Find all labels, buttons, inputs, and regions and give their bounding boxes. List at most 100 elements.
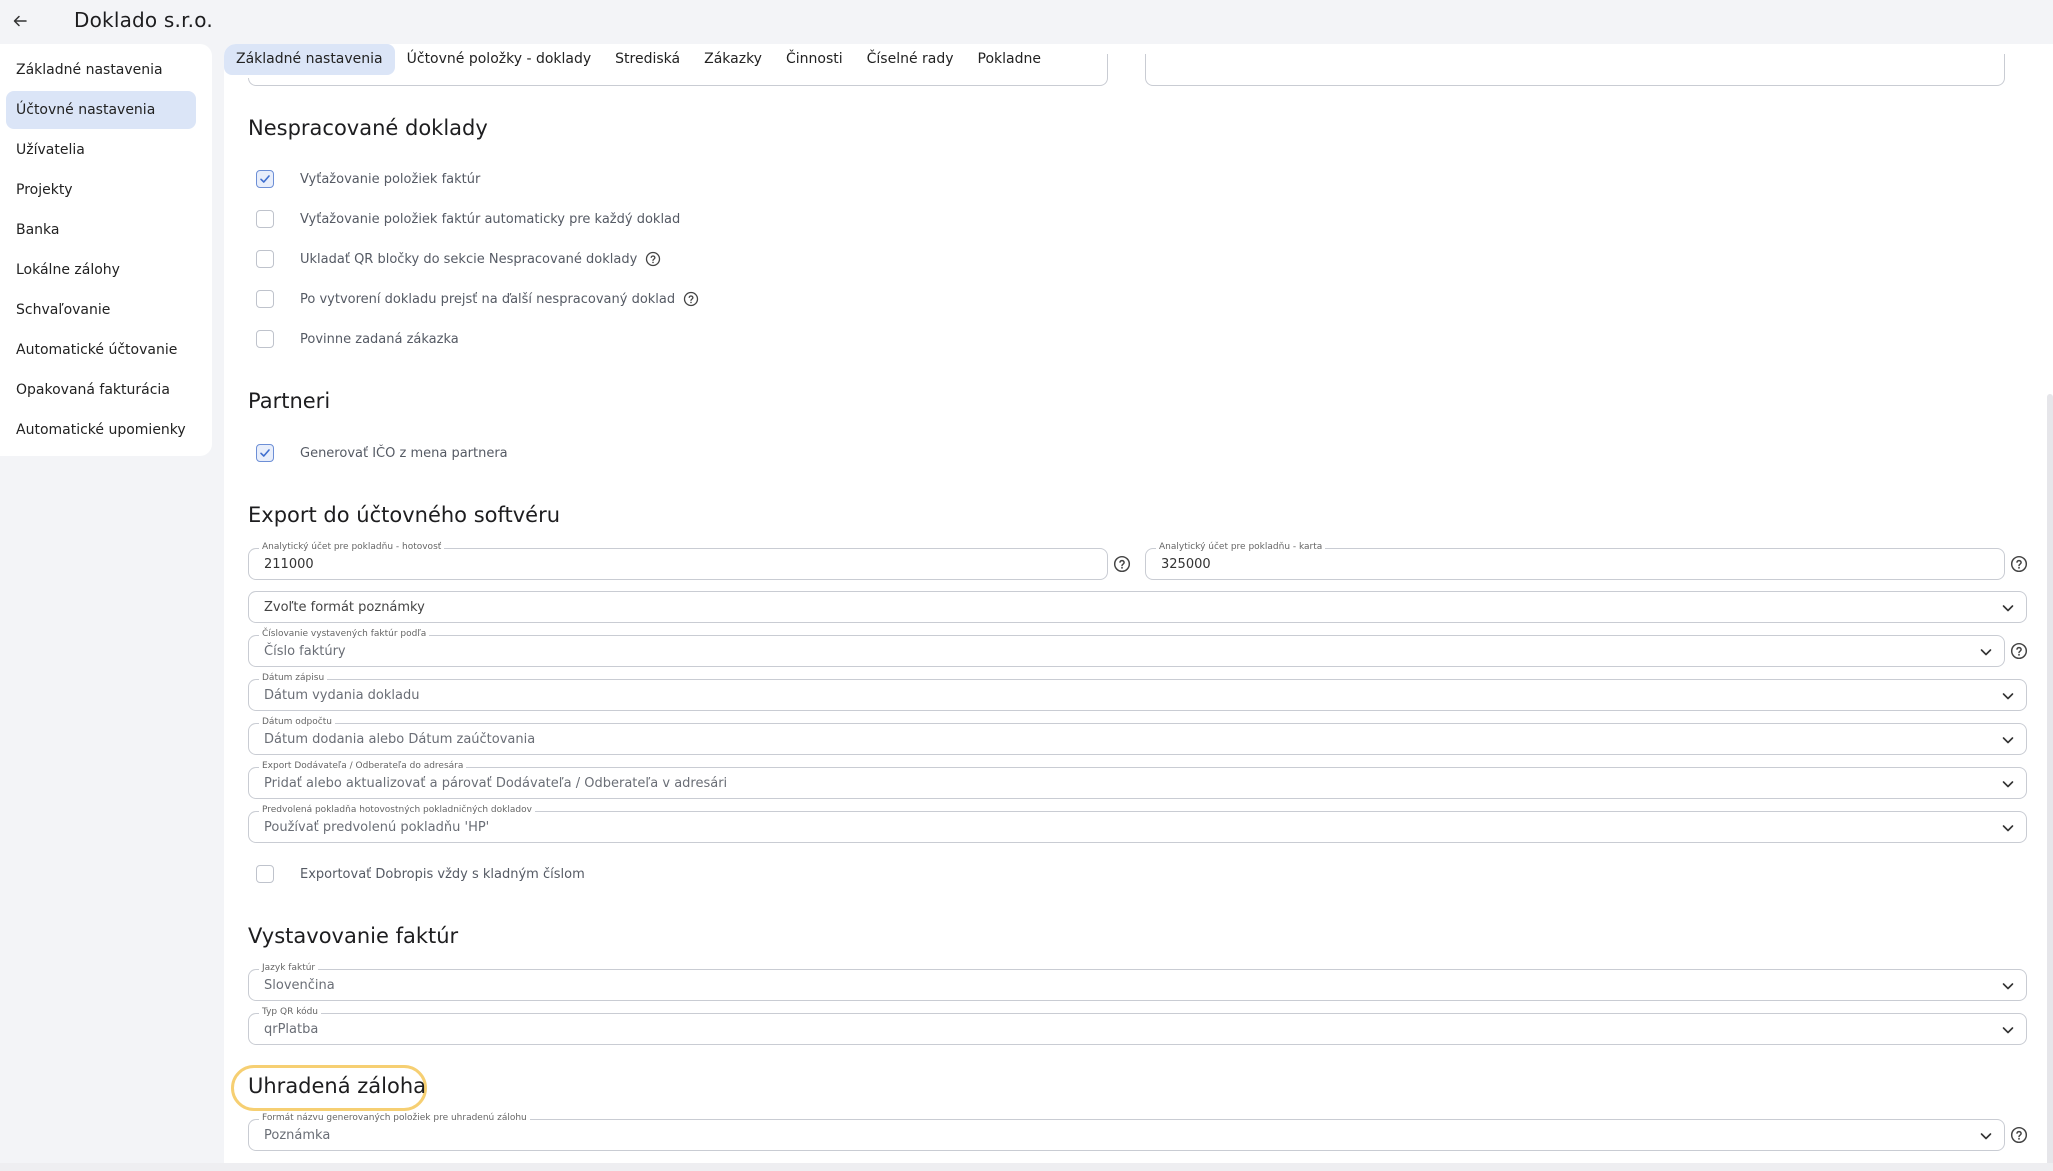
tab-activities[interactable]: Činnosti xyxy=(774,44,855,75)
section-title-export: Export do účtovného softvéru xyxy=(248,503,561,527)
sidebar-item-local-backups[interactable]: Lokálne zálohy xyxy=(6,251,196,289)
cash-account-input[interactable]: Analytický účet pre pokladňu - hotovosť … xyxy=(248,541,1108,580)
sidebar: Základné nastavenia Účtovné nastavenia U… xyxy=(0,44,212,456)
field-value: Číslo faktúry xyxy=(264,644,346,659)
paid-deposit-name-format-select[interactable]: Formát názvu generovaných položiek pre u… xyxy=(248,1112,2005,1151)
option-label: Vyťažovanie položiek faktúr xyxy=(300,171,481,187)
chevron-down-icon xyxy=(2002,825,2014,832)
field-value: 211000 xyxy=(264,557,314,572)
tab-basic-settings[interactable]: Základné nastavenia xyxy=(224,44,395,75)
chevron-down-icon xyxy=(2002,737,2014,744)
back-button[interactable] xyxy=(6,8,34,34)
option-label: Po vytvorení dokladu prejsť na ďalší nes… xyxy=(300,291,676,307)
invoice-numbering-select[interactable]: Číslovanie vystavených faktúr podľa Čísl… xyxy=(248,628,2005,667)
chevron-down-icon xyxy=(2002,1027,2014,1034)
help-icon[interactable] xyxy=(2010,555,2028,573)
sidebar-item-projects[interactable]: Projekty xyxy=(6,171,196,209)
section-title-partners: Partneri xyxy=(248,389,331,413)
option-extract-invoice-items-auto[interactable]: Vyťažovanie položiek faktúr automaticky … xyxy=(256,207,680,231)
help-icon[interactable] xyxy=(683,291,699,307)
option-extract-invoice-items[interactable]: Vyťažovanie položiek faktúr xyxy=(256,167,480,191)
app-title: Doklado s.r.o. xyxy=(74,8,213,32)
option-label: Exportovať Dobropis vždy s kladným číslo… xyxy=(300,866,585,882)
field-label: Číslovanie vystavených faktúr podľa xyxy=(259,628,430,640)
field-label: Jazyk faktúr xyxy=(259,962,319,974)
option-label: Generovať IČO z mena partnera xyxy=(300,445,508,461)
help-icon[interactable] xyxy=(2010,1126,2028,1144)
scrolled-field-right xyxy=(1145,54,2005,86)
option-label: Povinne zadaná zákazka xyxy=(300,331,459,347)
deduction-date-select[interactable]: Dátum odpočtu Dátum dodania alebo Dátum … xyxy=(248,716,2027,755)
default-cashdesk-select[interactable]: Predvolená pokladňa hotovostných pokladn… xyxy=(248,804,2027,843)
card-account-input[interactable]: Analytický účet pre pokladňu - karta 325… xyxy=(1145,541,2005,580)
chevron-down-icon xyxy=(2002,693,2014,700)
checkbox[interactable] xyxy=(256,170,274,188)
entry-date-select[interactable]: Dátum zápisu Dátum vydania dokladu xyxy=(248,672,2027,711)
tab-cost-centers[interactable]: Strediská xyxy=(603,44,692,75)
sidebar-item-automatic-accounting[interactable]: Automatické účtovanie xyxy=(6,331,196,369)
bottom-edge xyxy=(0,1163,2053,1171)
field-value: Dátum dodania alebo Dátum zaúčtovania xyxy=(264,732,536,747)
sidebar-item-approval[interactable]: Schvaľovanie xyxy=(6,291,196,329)
field-value: Poznámka xyxy=(264,1128,331,1143)
tab-cash-desks[interactable]: Pokladne xyxy=(966,44,1053,75)
option-save-qr-receipts[interactable]: Ukladať QR bločky do sekcie Nespracované… xyxy=(256,247,661,271)
option-credit-note-positive[interactable]: Exportovať Dobropis vždy s kladným číslo… xyxy=(256,862,585,886)
section-title-paid-deposit: Uhradená záloha xyxy=(248,1074,427,1098)
sidebar-item-users[interactable]: Užívatelia xyxy=(6,131,196,169)
checkbox[interactable] xyxy=(256,250,274,268)
field-value: Slovenčina xyxy=(264,978,335,993)
field-label: Typ QR kódu xyxy=(259,1006,322,1018)
help-icon[interactable] xyxy=(645,251,661,267)
sidebar-item-basic-settings[interactable]: Základné nastavenia xyxy=(6,51,196,89)
sidebar-item-recurring-invoicing[interactable]: Opakovaná fakturácia xyxy=(6,371,196,409)
top-bar: Doklado s.r.o. xyxy=(0,0,2053,42)
chevron-down-icon xyxy=(2002,781,2014,788)
help-icon[interactable] xyxy=(1113,555,1131,573)
field-label: Predvolená pokladňa hotovostných pokladn… xyxy=(259,804,535,816)
field-value: Zvoľte formát poznámky xyxy=(264,600,425,615)
check-icon xyxy=(260,449,270,457)
tab-number-series[interactable]: Číselné rady xyxy=(855,44,966,75)
checkbox[interactable] xyxy=(256,210,274,228)
invoice-language-select[interactable]: Jazyk faktúr Slovenčina xyxy=(248,962,2027,1001)
scrollbar[interactable] xyxy=(2047,394,2053,1171)
note-format-select[interactable]: Zvoľte formát poznámky xyxy=(248,591,2027,623)
checkbox[interactable] xyxy=(256,290,274,308)
field-value: Dátum vydania dokladu xyxy=(264,688,420,703)
address-export-select[interactable]: Export Dodávateľa / Odberateľa do adresá… xyxy=(248,760,2027,799)
field-value: Pridať alebo aktualizovať a párovať Dodá… xyxy=(264,776,728,791)
field-value: Používať predvolenú pokladňu 'HP' xyxy=(264,820,490,835)
chevron-down-icon xyxy=(2002,983,2014,990)
field-label: Analytický účet pre pokladňu - hotovosť xyxy=(259,541,445,553)
field-label: Dátum zápisu xyxy=(259,672,328,684)
arrow-left-icon xyxy=(13,15,27,27)
field-value: 325000 xyxy=(1161,557,1211,572)
sidebar-item-automatic-reminders[interactable]: Automatické upomienky xyxy=(6,411,196,449)
option-label: Vyťažovanie položiek faktúr automaticky … xyxy=(300,211,681,227)
option-label: Ukladať QR bločky do sekcie Nespracované… xyxy=(300,251,638,267)
field-label: Formát názvu generovaných položiek pre u… xyxy=(259,1112,530,1124)
tab-orders[interactable]: Zákazky xyxy=(692,44,774,75)
checkbox[interactable] xyxy=(256,330,274,348)
qr-type-select[interactable]: Typ QR kódu qrPlatba xyxy=(248,1006,2027,1045)
help-icon[interactable] xyxy=(2010,642,2028,660)
field-label: Export Dodávateľa / Odberateľa do adresá… xyxy=(259,760,467,772)
field-value: qrPlatba xyxy=(264,1022,319,1037)
sidebar-item-bank[interactable]: Banka xyxy=(6,211,196,249)
tab-bar: Základné nastavenia Účtovné položky - do… xyxy=(224,44,1053,78)
option-mandatory-order[interactable]: Povinne zadaná zákazka xyxy=(256,327,459,351)
chevron-down-icon xyxy=(2002,605,2014,612)
chevron-down-icon xyxy=(1980,649,1992,656)
section-title-invoicing: Vystavovanie faktúr xyxy=(248,924,459,948)
checkbox[interactable] xyxy=(256,444,274,462)
field-label: Analytický účet pre pokladňu - karta xyxy=(1156,541,1326,553)
tab-accounting-items[interactable]: Účtovné položky - doklady xyxy=(395,44,604,75)
option-generate-ico[interactable]: Generovať IČO z mena partnera xyxy=(256,441,508,465)
checkbox[interactable] xyxy=(256,865,274,883)
option-go-to-next-document[interactable]: Po vytvorení dokladu prejsť na ďalší nes… xyxy=(256,287,699,311)
chevron-down-icon xyxy=(1980,1133,1992,1140)
sidebar-item-accounting-settings[interactable]: Účtovné nastavenia xyxy=(6,91,196,129)
section-title-unprocessed: Nespracované doklady xyxy=(248,116,488,140)
check-icon xyxy=(260,175,270,183)
